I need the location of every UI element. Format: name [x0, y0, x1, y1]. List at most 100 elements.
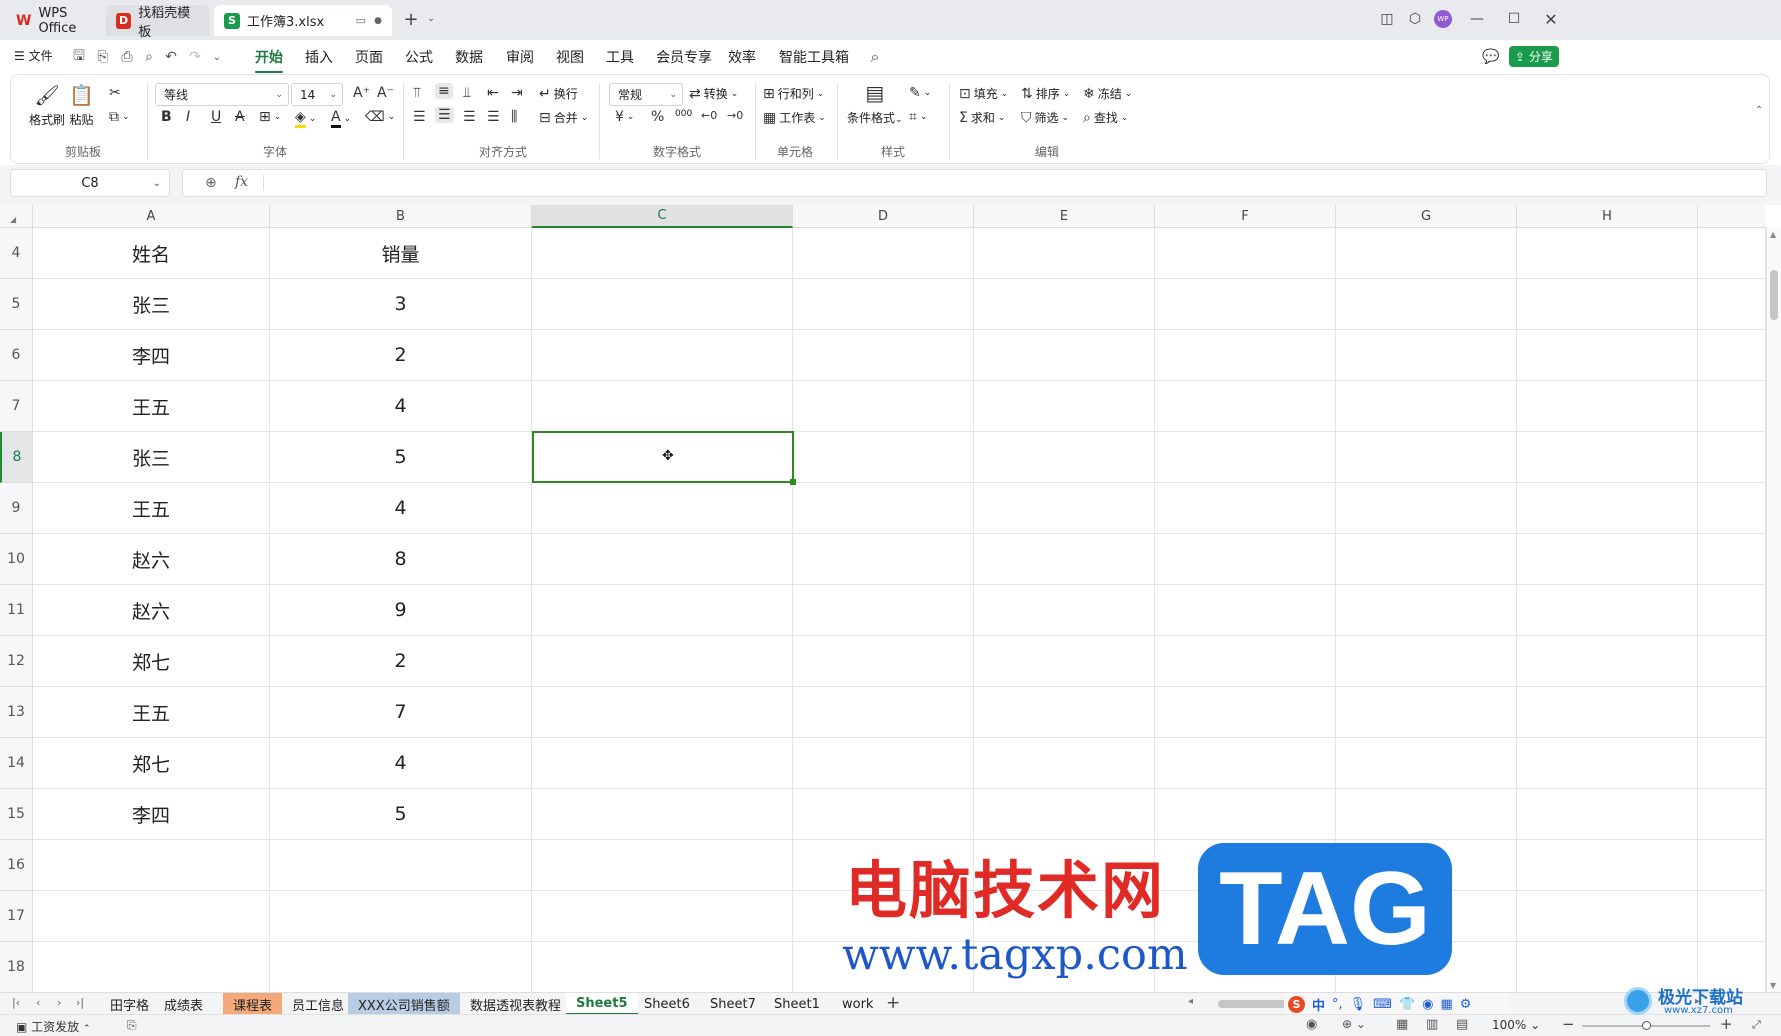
- align-left-button[interactable]: ☰: [413, 109, 426, 125]
- cell-i15[interactable]: [1698, 789, 1766, 840]
- cell-h12[interactable]: [1517, 636, 1698, 687]
- cell-e6[interactable]: [974, 330, 1155, 381]
- tab-page[interactable]: 页面: [355, 47, 383, 67]
- cell-h6[interactable]: [1517, 330, 1698, 381]
- sheet-tab[interactable]: 课程表: [223, 993, 283, 1015]
- grow-font-button[interactable]: A⁺: [353, 85, 370, 101]
- minimize-icon[interactable]: —: [1466, 8, 1488, 30]
- sheet-tab[interactable]: Sheet5: [566, 993, 638, 1015]
- sheet-state-icon[interactable]: ⎘: [127, 1018, 137, 1033]
- tab-view[interactable]: 视图: [556, 47, 584, 67]
- cell-b14[interactable]: 4: [270, 738, 532, 789]
- cell-c4[interactable]: [532, 228, 793, 279]
- fill-color-button[interactable]: ◈ ⌄: [295, 109, 316, 128]
- cell-a11[interactable]: 赵六: [33, 585, 270, 636]
- cell-e11[interactable]: [974, 585, 1155, 636]
- macro-status[interactable]: ▣ 工资发放 ⌃: [16, 1018, 91, 1035]
- percent-button[interactable]: %: [651, 109, 664, 125]
- font-name-select[interactable]: 等线 ⌄: [155, 83, 289, 106]
- cell-d8[interactable]: [793, 432, 974, 483]
- cell-style-button[interactable]: ✎ ⌄: [909, 85, 931, 101]
- cell-a7[interactable]: 王五: [33, 381, 270, 432]
- cell-c12[interactable]: [532, 636, 793, 687]
- cell-d4[interactable]: [793, 228, 974, 279]
- tab-insert[interactable]: 插入: [305, 47, 333, 67]
- column-header-a[interactable]: A: [33, 205, 270, 228]
- sheet-tab[interactable]: 员工信息: [282, 993, 354, 1015]
- cell-b10[interactable]: 8: [270, 534, 532, 585]
- cell-c15[interactable]: [532, 789, 793, 840]
- comment-icon[interactable]: 💬: [1482, 48, 1500, 66]
- conditional-format-button[interactable]: ▤ 条件格式⌄: [847, 81, 903, 126]
- row-header[interactable]: 12: [0, 636, 33, 687]
- cell-g13[interactable]: [1336, 687, 1517, 738]
- cell-a13[interactable]: 王五: [33, 687, 270, 738]
- cell-g6[interactable]: [1336, 330, 1517, 381]
- fill-handle[interactable]: [790, 479, 796, 485]
- cell-b9[interactable]: 4: [270, 483, 532, 534]
- cell-i9[interactable]: [1698, 483, 1766, 534]
- cell-d12[interactable]: [793, 636, 974, 687]
- column-header-g[interactable]: G: [1336, 205, 1517, 228]
- tab-member[interactable]: 会员专享: [656, 47, 712, 67]
- row-header[interactable]: 18: [0, 942, 33, 993]
- cell-h17[interactable]: [1517, 891, 1698, 942]
- collapse-ribbon-icon[interactable]: ⌃: [1755, 105, 1763, 116]
- fullscreen-icon[interactable]: ⤢: [1752, 1018, 1761, 1032]
- cell-e12[interactable]: [974, 636, 1155, 687]
- horizontal-scroll-thumb[interactable]: [1218, 1000, 1288, 1008]
- row-header[interactable]: 7: [0, 381, 33, 432]
- cell-a15[interactable]: 李四: [33, 789, 270, 840]
- cell-f11[interactable]: [1155, 585, 1336, 636]
- row-header[interactable]: 16: [0, 840, 33, 891]
- cell-e14[interactable]: [974, 738, 1155, 789]
- cell-i12[interactable]: [1698, 636, 1766, 687]
- table-style-button[interactable]: ⌗ ⌄: [909, 109, 927, 125]
- align-center-button[interactable]: ☰: [435, 107, 454, 123]
- tab-workbook[interactable]: S 工作簿3.xlsx ▭ ●: [214, 5, 392, 36]
- share-link-icon[interactable]: ⎘: [94, 48, 112, 66]
- row-header[interactable]: 4: [0, 228, 33, 279]
- sheet-tab[interactable]: Sheet1: [764, 993, 830, 1015]
- cell-i6[interactable]: [1698, 330, 1766, 381]
- cell-a17[interactable]: [33, 891, 270, 942]
- tab-efficiency[interactable]: 效率: [728, 47, 756, 67]
- cell-i5[interactable]: [1698, 279, 1766, 330]
- cell-b4[interactable]: 销量: [270, 228, 532, 279]
- cell-g15[interactable]: [1336, 789, 1517, 840]
- filter-button[interactable]: ⛉ 筛选 ⌄: [1021, 109, 1069, 126]
- normal-view-icon[interactable]: ▦: [1396, 1017, 1408, 1032]
- column-header-i[interactable]: [1698, 205, 1766, 228]
- cell-i10[interactable]: [1698, 534, 1766, 585]
- align-bottom-button[interactable]: ⫫: [463, 85, 471, 101]
- cell-e9[interactable]: [974, 483, 1155, 534]
- row-header[interactable]: 6: [0, 330, 33, 381]
- merge-button[interactable]: ⊟ 合并 ⌄: [539, 109, 588, 126]
- underline-button[interactable]: U: [211, 109, 221, 125]
- cell-b13[interactable]: 7: [270, 687, 532, 738]
- cell-c18[interactable]: [532, 942, 793, 993]
- convert-button[interactable]: ⇄ 转换 ⌄: [689, 85, 738, 102]
- cell-i4[interactable]: [1698, 228, 1766, 279]
- cut-button[interactable]: ✂: [109, 85, 121, 101]
- sheet-tab[interactable]: Sheet6: [634, 993, 700, 1015]
- cell-f14[interactable]: [1155, 738, 1336, 789]
- cell-g8[interactable]: [1336, 432, 1517, 483]
- tab-review[interactable]: 审阅: [506, 47, 534, 67]
- tab-list-chevron-icon[interactable]: ⌄: [420, 8, 442, 30]
- maximize-icon[interactable]: ☐: [1503, 8, 1525, 30]
- print-preview-icon[interactable]: ⌕: [140, 48, 158, 66]
- view-options-icon[interactable]: ⊕ ⌄: [1342, 1017, 1366, 1031]
- cell-i13[interactable]: [1698, 687, 1766, 738]
- tab-formula[interactable]: 公式: [405, 47, 433, 67]
- cell-h13[interactable]: [1517, 687, 1698, 738]
- row-header[interactable]: 13: [0, 687, 33, 738]
- next-sheet-icon[interactable]: ›: [57, 996, 61, 1009]
- cell-b8[interactable]: 5: [270, 432, 532, 483]
- find-button[interactable]: ⌕ 查找 ⌄: [1083, 109, 1128, 126]
- redo-icon[interactable]: ↷: [186, 48, 204, 66]
- cell-e8[interactable]: [974, 432, 1155, 483]
- clear-button[interactable]: ⌫ ⌄: [365, 109, 395, 125]
- column-header-b[interactable]: B: [270, 205, 532, 228]
- cell-f15[interactable]: [1155, 789, 1336, 840]
